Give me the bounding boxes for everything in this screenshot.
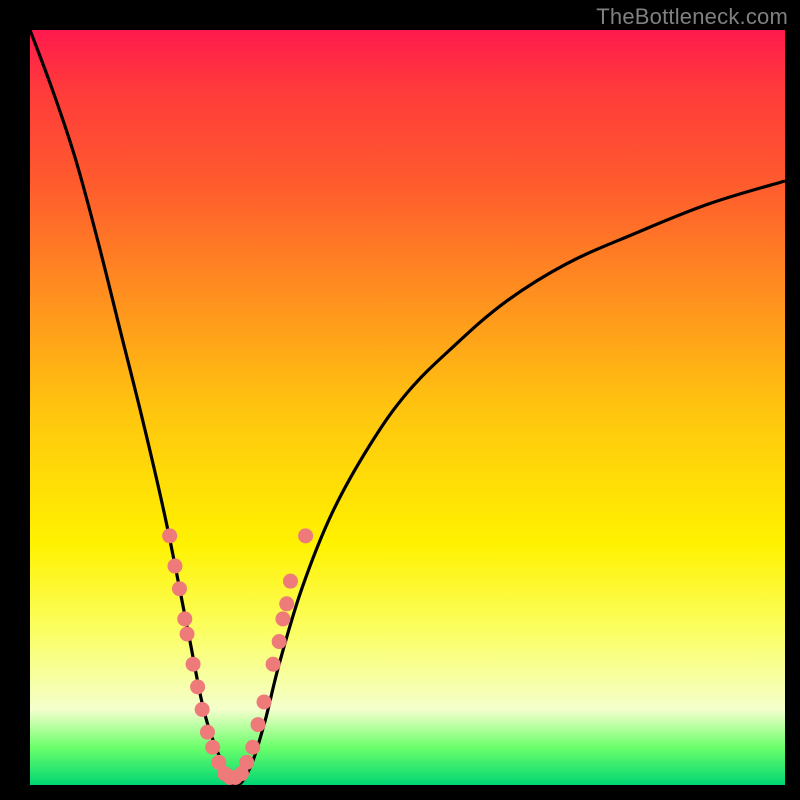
data-point	[266, 657, 281, 672]
data-point	[195, 702, 210, 717]
data-points-group	[162, 528, 313, 785]
data-point	[283, 574, 298, 589]
chart-frame: TheBottleneck.com	[0, 0, 800, 800]
data-point	[172, 581, 187, 596]
data-point	[239, 755, 254, 770]
data-point	[177, 611, 192, 626]
chart-svg	[30, 30, 785, 785]
data-point	[205, 740, 220, 755]
data-point	[279, 596, 294, 611]
plot-area	[30, 30, 785, 785]
watermark-text: TheBottleneck.com	[596, 4, 788, 30]
data-point	[190, 679, 205, 694]
data-point	[298, 528, 313, 543]
data-point	[180, 627, 195, 642]
data-point	[245, 740, 260, 755]
bottleneck-curve	[30, 30, 785, 786]
data-point	[200, 725, 215, 740]
data-point	[251, 717, 266, 732]
data-point	[162, 528, 177, 543]
data-point	[257, 694, 272, 709]
data-point	[167, 559, 182, 574]
data-point	[186, 657, 201, 672]
data-point	[275, 611, 290, 626]
data-point	[272, 634, 287, 649]
